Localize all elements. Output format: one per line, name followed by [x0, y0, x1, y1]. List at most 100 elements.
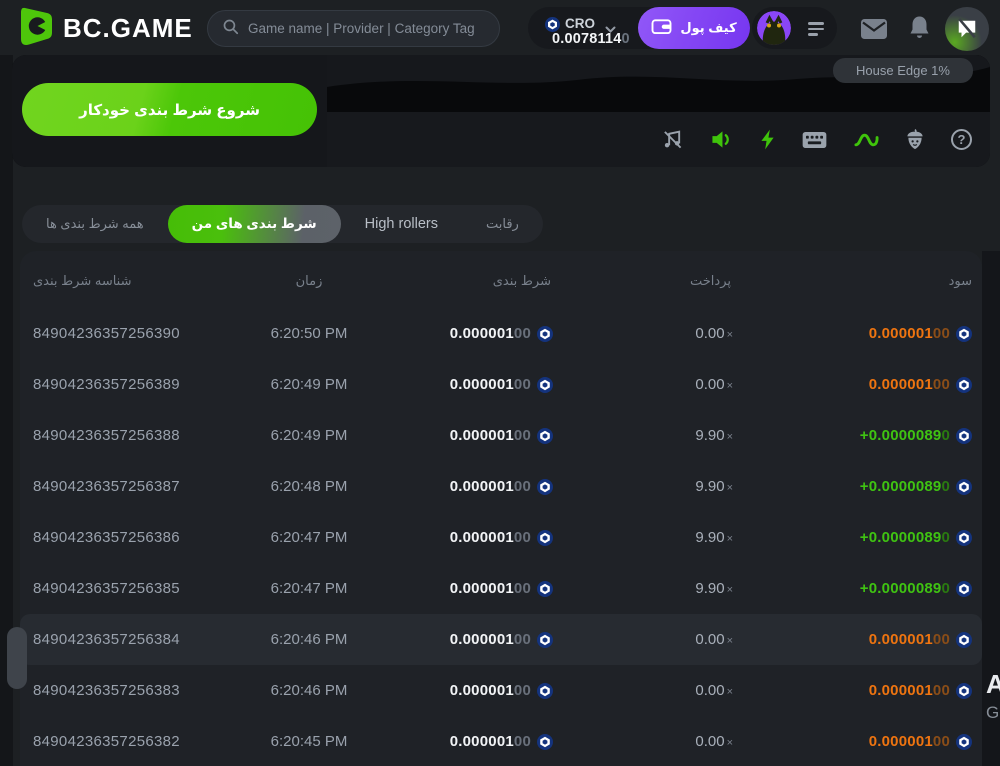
avatar [757, 11, 791, 45]
fairness-acorn-icon[interactable] [906, 129, 924, 150]
tab-high-rollers[interactable]: High rollers [341, 205, 462, 243]
bet-profit: +0.00000890 [860, 563, 972, 614]
bet-id: 84904236357256389 [33, 359, 180, 410]
right-clipped-panel: A G [982, 251, 1000, 766]
bet-id: 84904236357256383 [33, 665, 180, 716]
bcgame-logo-icon [16, 6, 54, 51]
bet-profit: 0.00000100 [869, 665, 972, 716]
clipped-text: A [986, 669, 1000, 700]
cro-coin-icon [537, 479, 553, 495]
bet-profit: 0.00000100 [869, 359, 972, 410]
currency-selector[interactable]: CRO 0.00781140 کیف پول [528, 7, 750, 49]
cro-coin-icon [956, 479, 972, 495]
bet-time: 6:20:46 PM [229, 614, 389, 665]
wallet-button-label: کیف پول [680, 20, 736, 36]
bet-amount: 0.00000100 [450, 359, 553, 410]
currency-code: CRO [565, 16, 595, 31]
bet-amount: 0.00000100 [450, 563, 553, 614]
col-profit: سود [949, 251, 972, 308]
cro-coin-icon [537, 428, 553, 444]
cro-coin-icon [956, 581, 972, 597]
bet-id: 84904236357256387 [33, 461, 180, 512]
table-row[interactable]: 84904236357256385 6:20:47 PM 0.00000100 … [20, 563, 982, 614]
bet-id: 84904236357256388 [33, 410, 180, 461]
bet-time: 6:20:46 PM [229, 665, 389, 716]
col-bet: شرط بندی [493, 251, 551, 308]
bet-id: 84904236357256382 [33, 716, 180, 766]
hotkeys-keyboard-icon[interactable] [802, 131, 827, 149]
vertical-scrollbar-thumb[interactable] [7, 627, 27, 689]
autobet-section: شروع شرط بندی خودکار [12, 55, 327, 167]
table-row[interactable]: 84904236357256388 6:20:49 PM 0.00000100 … [20, 410, 982, 461]
search-input[interactable] [248, 21, 485, 36]
bet-time: 6:20:49 PM [229, 359, 389, 410]
bet-profit: +0.00000890 [860, 461, 972, 512]
bet-profit: +0.00000890 [860, 512, 972, 563]
trends-icon[interactable] [854, 132, 879, 148]
bell-icon[interactable] [909, 15, 930, 45]
bet-payout: 0.00× [695, 665, 733, 716]
table-row[interactable]: 84904236357256383 6:20:46 PM 0.00000100 … [20, 665, 982, 716]
table-row[interactable]: 84904236357256386 6:20:47 PM 0.00000100 … [20, 512, 982, 563]
bet-profit: 0.00000100 [869, 614, 972, 665]
col-time: زمان [229, 251, 389, 308]
tab-all-bets[interactable]: همه شرط بندی ها [22, 205, 168, 243]
bet-id: 84904236357256386 [33, 512, 180, 563]
bet-payout: 0.00× [695, 716, 733, 766]
start-autobet-button[interactable]: شروع شرط بندی خودکار [22, 83, 317, 136]
cro-coin-icon [537, 530, 553, 546]
col-payout: پرداخت [690, 251, 731, 308]
cro-coin-icon [537, 377, 553, 393]
bet-amount: 0.00000100 [450, 512, 553, 563]
chat-toggle-icon[interactable] [945, 7, 989, 51]
table-row[interactable]: 84904236357256390 6:20:50 PM 0.00000100 … [20, 308, 982, 359]
table-row-highlighted[interactable]: 84904236357256384 6:20:46 PM 0.00000100 … [20, 614, 982, 665]
music-off-icon[interactable] [662, 129, 683, 150]
cro-coin-icon [956, 734, 972, 750]
tab-my-bets[interactable]: شرط بندی های من [168, 205, 341, 243]
wallet-balance: 0.00781140 [552, 31, 630, 47]
tab-competition[interactable]: رقابت [462, 205, 543, 243]
cro-coin-icon [537, 734, 553, 750]
bet-payout: 0.00× [695, 614, 733, 665]
table-row[interactable]: 84904236357256389 6:20:49 PM 0.00000100 … [20, 359, 982, 410]
bet-time: 6:20:48 PM [229, 461, 389, 512]
bet-payout: 0.00× [695, 308, 733, 359]
bet-profit: +0.00000890 [860, 410, 972, 461]
cro-coin-icon [956, 326, 972, 342]
cro-coin-icon [956, 428, 972, 444]
cro-coin-icon [537, 632, 553, 648]
cro-coin-icon [537, 581, 553, 597]
logo-text: BC.GAME [63, 13, 193, 44]
table-row[interactable]: 84904236357256387 6:20:48 PM 0.00000100 … [20, 461, 982, 512]
table-header-row: شناسه شرط بندی زمان شرط بندی پرداخت سود [20, 251, 982, 308]
bet-payout: 9.90× [695, 563, 733, 614]
bet-time: 6:20:47 PM [229, 512, 389, 563]
cro-coin-icon [537, 326, 553, 342]
cro-coin-icon [956, 377, 972, 393]
bet-amount: 0.00000100 [450, 665, 553, 716]
turbo-bolt-icon[interactable] [760, 129, 775, 150]
bet-time: 6:20:50 PM [229, 308, 389, 359]
wallet-button[interactable]: کیف پول [638, 7, 750, 49]
bet-payout: 9.90× [695, 410, 733, 461]
cro-coin-icon [956, 530, 972, 546]
game-search[interactable] [207, 10, 500, 47]
table-row[interactable]: 84904236357256382 6:20:45 PM 0.00000100 … [20, 716, 982, 766]
game-toolbar: ? [327, 112, 990, 167]
mail-icon[interactable] [861, 19, 887, 44]
wallet-icon [651, 17, 672, 40]
bet-amount: 0.00000100 [450, 410, 553, 461]
search-icon [222, 18, 239, 40]
profile-menu[interactable] [752, 7, 837, 49]
bet-amount: 0.00000100 [450, 614, 553, 665]
bet-id: 84904236357256385 [33, 563, 180, 614]
bcgame-logo[interactable]: BC.GAME [16, 7, 193, 49]
bet-payout: 9.90× [695, 512, 733, 563]
sound-icon[interactable] [710, 129, 733, 150]
bet-id: 84904236357256390 [33, 308, 180, 359]
cro-coin-icon [956, 632, 972, 648]
help-icon[interactable]: ? [951, 129, 972, 150]
clipped-text: G [986, 703, 999, 723]
account-menu-icon [808, 22, 824, 36]
